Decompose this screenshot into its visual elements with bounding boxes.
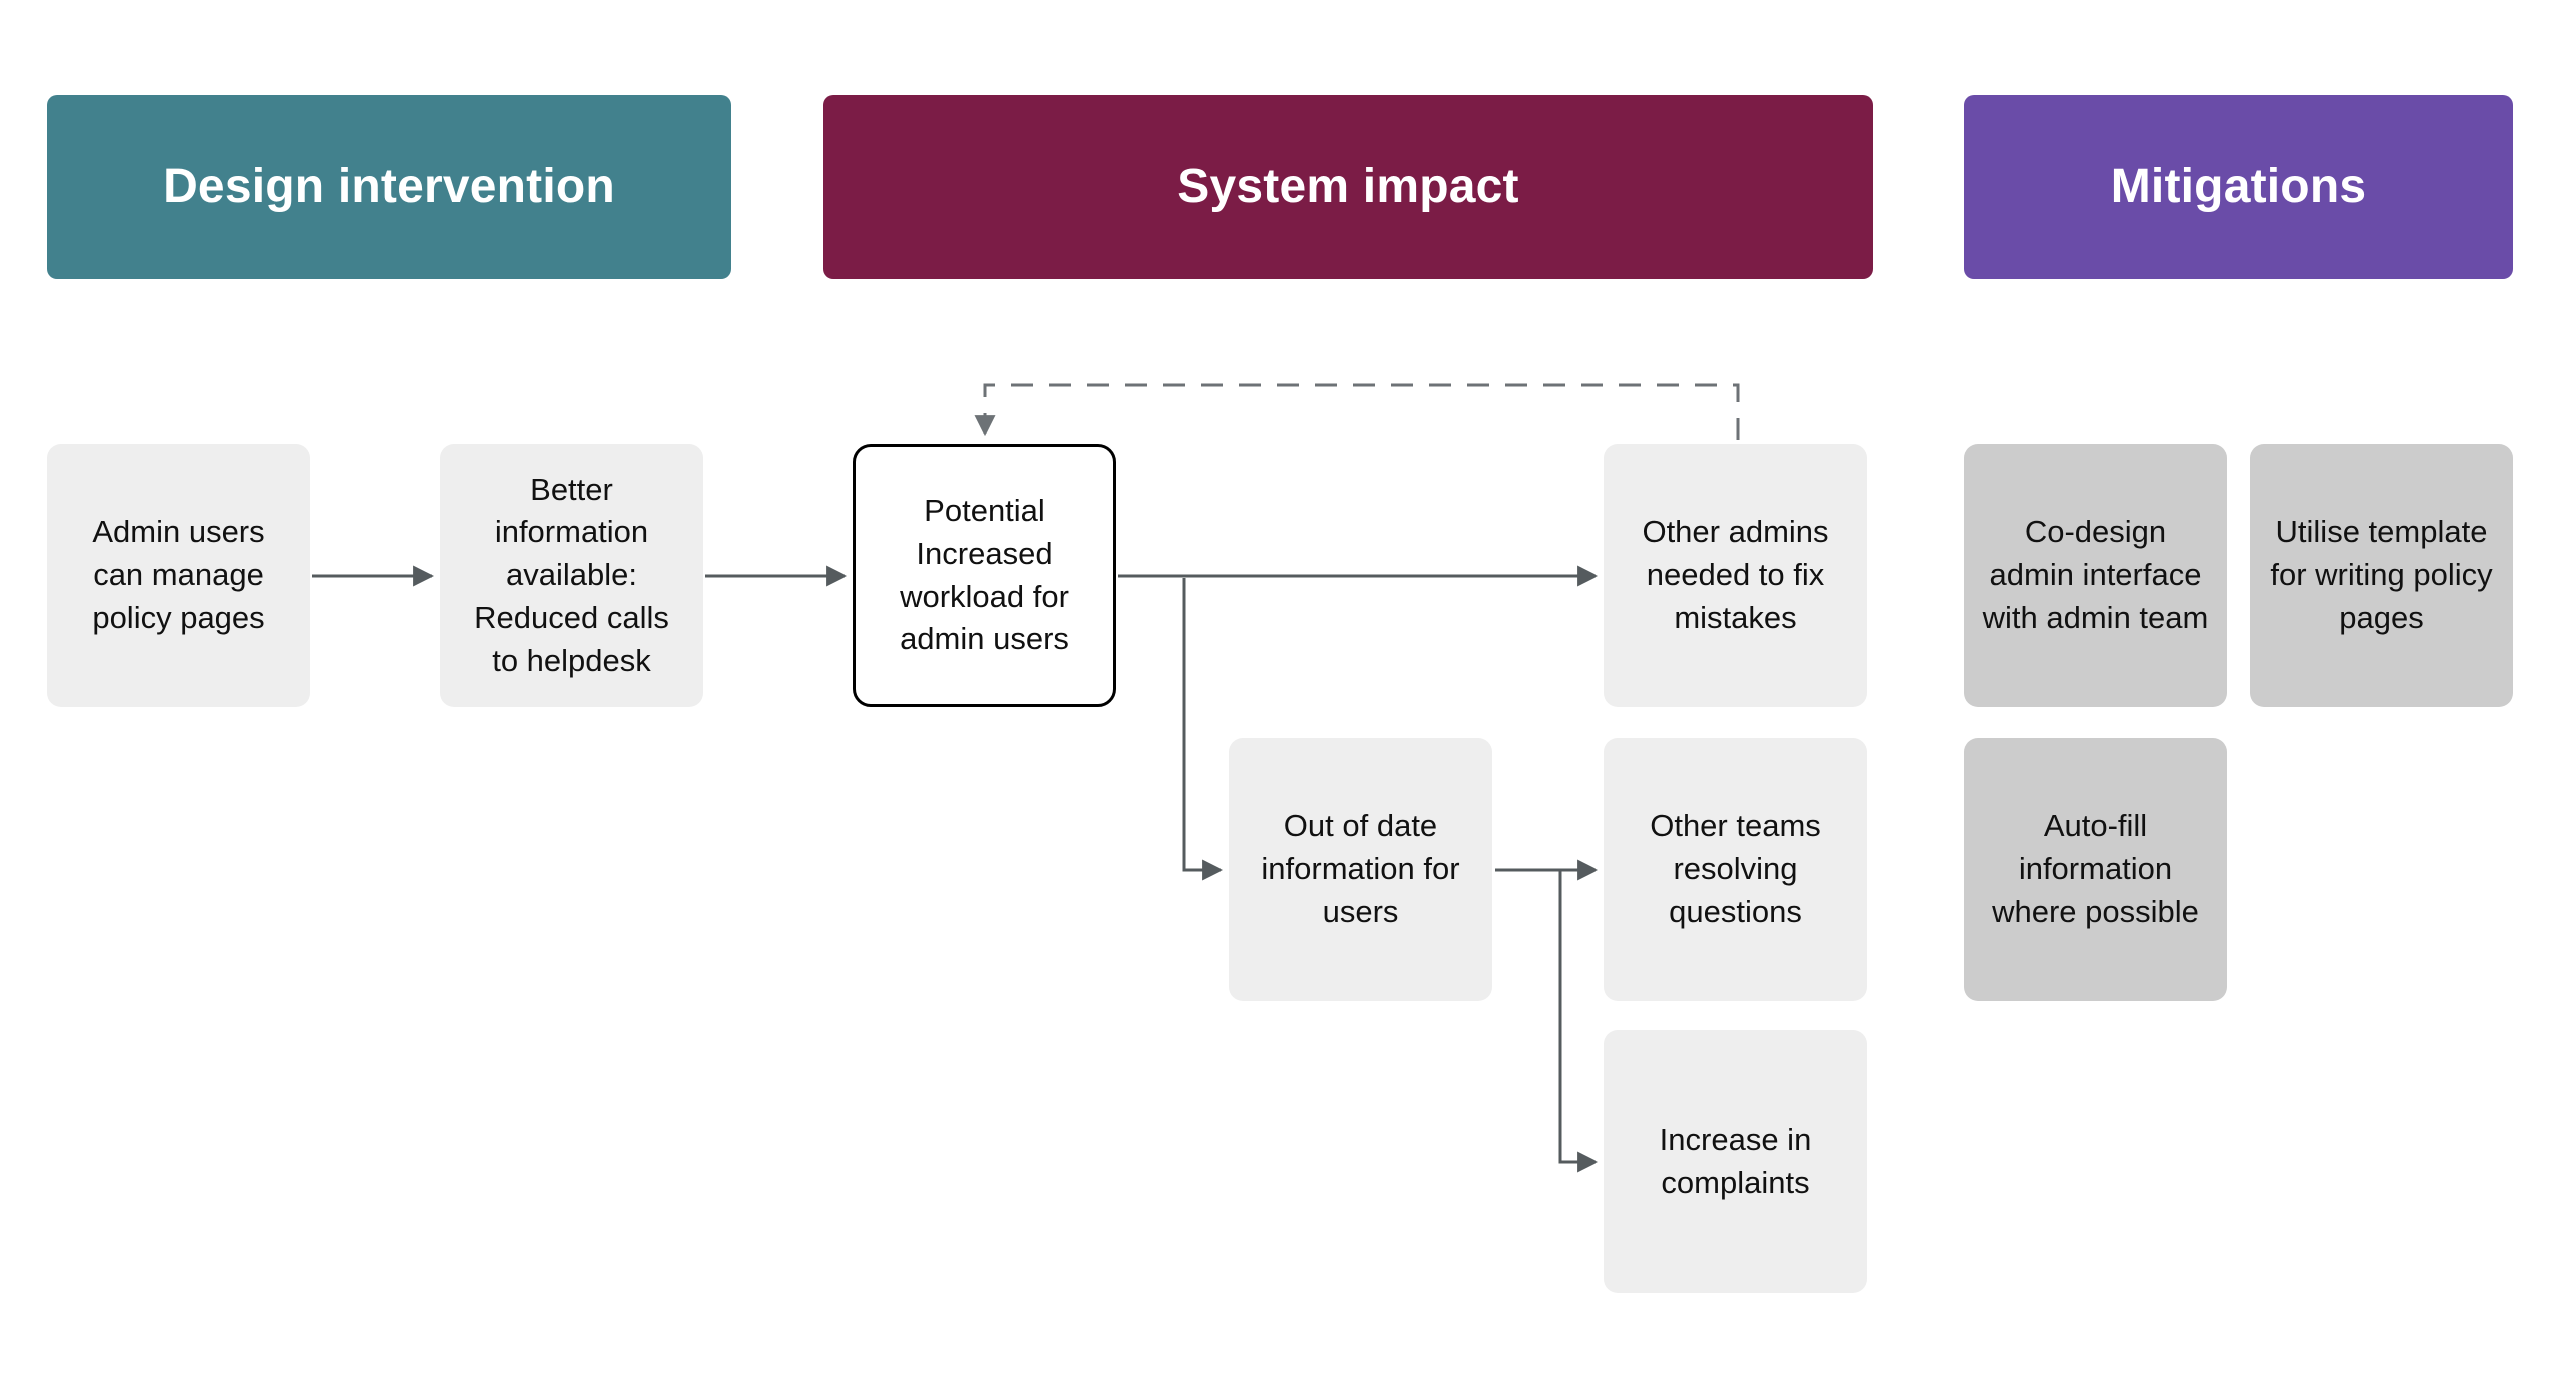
column-header-design-intervention: Design intervention bbox=[47, 95, 731, 279]
diagram-canvas: Design intervention System impact Mitiga… bbox=[0, 0, 2560, 1392]
edge-other-admins-to-potential-feedback bbox=[974, 383, 1740, 440]
node-better-information[interactable]: Better information available: Reduced ca… bbox=[440, 444, 703, 707]
node-admin-users[interactable]: Admin users can manage policy pages bbox=[47, 444, 310, 707]
edge-potential-to-out-of-date bbox=[1182, 578, 1224, 881]
node-potential-increased-workload[interactable]: Potential Increased workload for admin u… bbox=[853, 444, 1116, 707]
node-other-teams-resolving-questions[interactable]: Other teams resolving questions bbox=[1604, 738, 1867, 1001]
edge-out-of-date-to-complaints bbox=[1558, 871, 1599, 1173]
column-header-mitigations: Mitigations bbox=[1964, 95, 2513, 279]
node-other-admins-fix-mistakes[interactable]: Other admins needed to fix mistakes bbox=[1604, 444, 1867, 707]
node-increase-in-complaints[interactable]: Increase in complaints bbox=[1604, 1030, 1867, 1293]
column-header-system-impact: System impact bbox=[823, 95, 1873, 279]
node-out-of-date-information[interactable]: Out of date information for users bbox=[1229, 738, 1492, 1001]
node-co-design-admin-interface[interactable]: Co-design admin interface with admin tea… bbox=[1964, 444, 2227, 707]
node-auto-fill-information[interactable]: Auto-fill information where possible bbox=[1964, 738, 2227, 1001]
node-utilise-template[interactable]: Utilise template for writing policy page… bbox=[2250, 444, 2513, 707]
